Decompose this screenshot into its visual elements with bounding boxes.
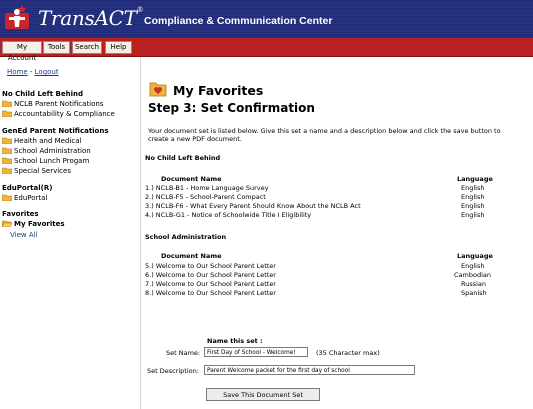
view-all-link[interactable]: View All bbox=[10, 231, 38, 239]
document-language: English bbox=[461, 184, 485, 192]
document-row: 2.) NCLB-F5 - School-Parent Compact bbox=[145, 193, 266, 201]
folder-icon bbox=[2, 167, 12, 174]
sidebar-item-label: School Lunch Progam bbox=[14, 157, 90, 165]
sidebar-section-nclb: No Child Left Behind bbox=[2, 90, 83, 98]
sidebar-item-label: EduPortal bbox=[14, 194, 48, 202]
sidebar-item-school-lunch[interactable]: School Lunch Progam bbox=[2, 156, 89, 166]
document-language: English bbox=[461, 193, 485, 201]
sidebar-item-special-services[interactable]: Special Services bbox=[2, 166, 71, 176]
column-header-document: Document Name bbox=[161, 252, 222, 260]
sidebar-item-health-medical[interactable]: Health and Medical bbox=[2, 136, 81, 146]
brand-subtitle: Compliance & Communication Center bbox=[144, 15, 333, 27]
transact-logo-icon bbox=[5, 5, 29, 29]
menu-help[interactable]: Help bbox=[105, 41, 132, 54]
sidebar-section-favorites: Favorites bbox=[2, 210, 39, 218]
link-separator: - bbox=[27, 68, 35, 76]
sidebar-item-accountability[interactable]: Accountability & Compliance bbox=[2, 109, 115, 119]
folder-icon bbox=[2, 110, 12, 117]
folder-icon bbox=[2, 194, 12, 201]
document-row: 1.) NCLB-B1 - Home Language Survey bbox=[145, 184, 269, 192]
folder-icon bbox=[2, 137, 12, 144]
form-heading: Name this set : bbox=[207, 337, 263, 345]
sidebar-item-label: My Favorites bbox=[14, 220, 65, 228]
document-language: English bbox=[461, 211, 485, 219]
group-title-nclb: No Child Left Behind bbox=[145, 154, 221, 162]
folder-icon bbox=[2, 157, 12, 164]
folder-icon bbox=[2, 147, 12, 154]
sidebar-section-eduportal: EduPortal(R) bbox=[2, 184, 53, 192]
document-language: Spanish bbox=[461, 289, 487, 297]
sidebar-section-gened: GenEd Parent Notifications bbox=[2, 127, 109, 135]
document-language: English bbox=[461, 262, 485, 270]
brand-name: TransACT® bbox=[38, 6, 144, 30]
sidebar-item-my-favorites[interactable]: My Favorites bbox=[2, 219, 65, 229]
home-link[interactable]: Home bbox=[7, 68, 28, 76]
document-row: 7.) Welcome to Our School Parent Letter bbox=[145, 280, 276, 288]
favorites-folder-icon bbox=[149, 82, 167, 97]
set-name-hint: (35 Character max) bbox=[316, 349, 380, 357]
column-header-document: Document Name bbox=[161, 175, 222, 183]
app-header: TransACT® Compliance & Communication Cen… bbox=[0, 0, 533, 38]
menu-tools[interactable]: Tools bbox=[43, 41, 70, 54]
document-language: English bbox=[461, 202, 485, 210]
step-title: Step 3: Set Confirmation bbox=[148, 101, 315, 115]
sidebar-item-label: NCLB Parent Notifications bbox=[14, 100, 104, 108]
sidebar-item-label: School Administration bbox=[14, 147, 91, 155]
document-row: 8.) Welcome to Our School Parent Letter bbox=[145, 289, 276, 297]
set-name-label: Set Name: bbox=[166, 349, 201, 357]
sidebar-item-label: Special Services bbox=[14, 167, 71, 175]
sidebar-item-label: Health and Medical bbox=[14, 137, 82, 145]
document-row: 4.) NCLB-G1 - Notice of Schoolwide Title… bbox=[145, 211, 312, 219]
main-content: My Favorites Step 3: Set Confirmation Yo… bbox=[145, 57, 533, 409]
document-language: Cambodian bbox=[454, 271, 491, 279]
menu-bar: My Account Tools Search Help bbox=[0, 38, 533, 62]
column-header-language: Language bbox=[457, 252, 493, 260]
document-row: 6.) Welcome to Our School Parent Letter bbox=[145, 271, 276, 279]
column-header-language: Language bbox=[457, 175, 493, 183]
document-row: 5.) Welcome to Our School Parent Letter bbox=[145, 262, 276, 270]
sidebar-item-eduportal[interactable]: EduPortal bbox=[2, 193, 47, 203]
save-document-set-button[interactable]: Save This Document Set bbox=[206, 388, 320, 401]
folder-icon bbox=[2, 100, 12, 107]
intro-text-line-1: Your document set is listed below. Give … bbox=[148, 127, 501, 135]
open-folder-icon bbox=[2, 220, 12, 227]
trademark-symbol: ® bbox=[136, 6, 144, 14]
sidebar-item-school-administration[interactable]: School Administration bbox=[2, 146, 91, 156]
sidebar-item-nclb-parent-notifications[interactable]: NCLB Parent Notifications bbox=[2, 99, 104, 109]
set-description-input[interactable]: Parent Welcome packet for the first day … bbox=[204, 365, 415, 375]
logout-link[interactable]: Logout bbox=[35, 68, 59, 76]
document-row: 3.) NCLB-F6 - What Every Parent Should K… bbox=[145, 202, 361, 210]
sidebar: Home - Logout No Child Left Behind NCLB … bbox=[0, 57, 141, 409]
set-description-label: Set Description: bbox=[147, 367, 199, 375]
group-title-school-administration: School Administration bbox=[145, 233, 227, 241]
page-title: My Favorites bbox=[173, 83, 264, 98]
sidebar-item-label: Accountability & Compliance bbox=[14, 110, 115, 118]
set-name-input[interactable]: First Day of School - Welcome! bbox=[204, 347, 308, 357]
document-language: Russian bbox=[461, 280, 487, 288]
intro-text-line-2: create a new PDF document. bbox=[148, 135, 242, 143]
home-logout-links: Home - Logout bbox=[7, 68, 59, 76]
menu-my-account[interactable]: My Account bbox=[2, 41, 42, 62]
menu-search[interactable]: Search bbox=[72, 41, 102, 54]
